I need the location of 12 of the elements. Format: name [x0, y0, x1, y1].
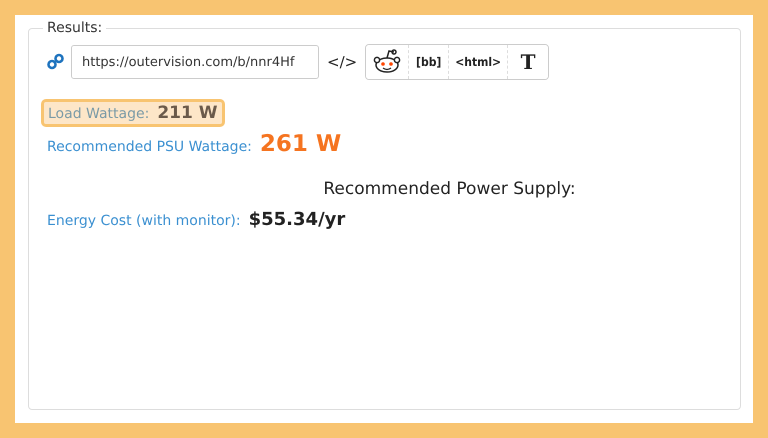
embed-button[interactable]: </> [325, 53, 360, 71]
result-label: Recommended PSU Wattage: [47, 139, 252, 155]
result-value: 261 W [260, 131, 342, 157]
result-label: Energy Cost (with monitor): [47, 213, 241, 229]
result-value: 211 W [157, 103, 218, 123]
url-field[interactable]: https://outervision.com/b/nnr4Hf [71, 45, 319, 79]
section-heading: Recommended Power Supply: [322, 179, 577, 199]
link-icon[interactable] [47, 53, 65, 71]
reddit-button[interactable] [366, 45, 410, 79]
panel-legend: Results: [43, 20, 106, 36]
result-value: $55.34/yr [248, 209, 346, 230]
result-label: Load Wattage: [48, 106, 150, 122]
